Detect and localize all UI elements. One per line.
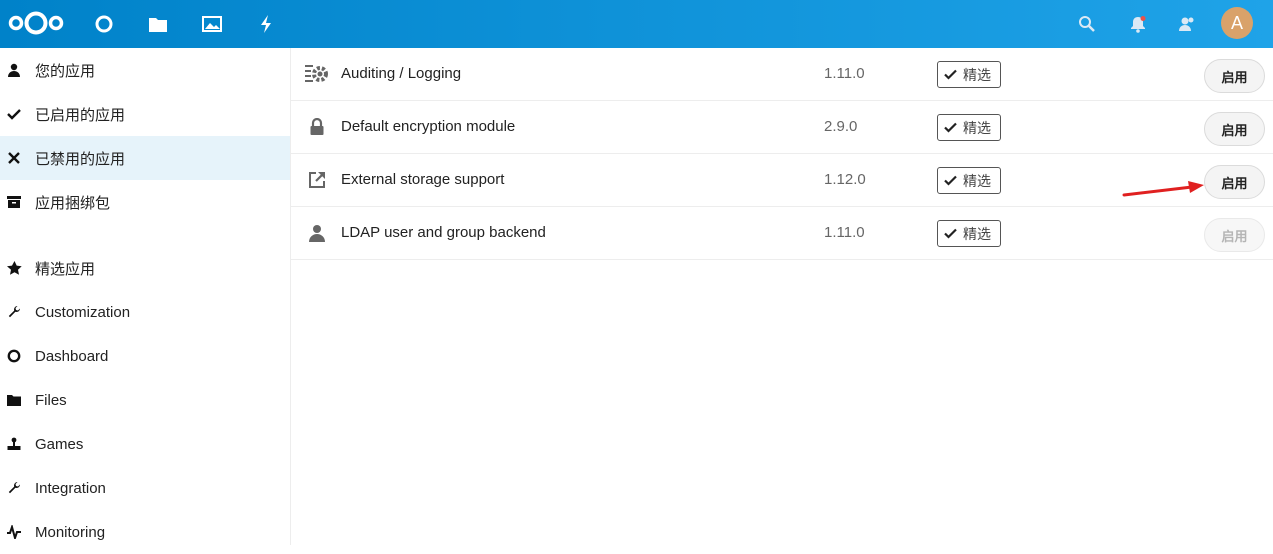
sidebar-item-app-bundles[interactable]: 应用捆绑包 [0,180,290,224]
avatar-letter: A [1230,12,1243,33]
sidebar-item-featured-apps[interactable]: 精选应用 [0,246,290,290]
nextcloud-logo[interactable] [5,8,67,38]
sidebar-item-files[interactable]: Files [0,378,290,422]
sidebar-item-customization[interactable]: Customization [0,290,290,334]
enable-button[interactable]: 启用 [1204,112,1265,146]
circle-icon [0,334,28,378]
sidebar-item-monitoring[interactable]: Monitoring [0,510,290,554]
table-row: LDAP user and group backend 1.11.0 精选 启用 [291,207,1273,260]
sidebar-item-disabled-apps[interactable]: 已禁用的应用 [0,136,290,180]
avatar[interactable]: A [1221,7,1253,39]
app-name[interactable]: Auditing / Logging [341,65,461,82]
sidebar-item-label: Customization [35,303,131,321]
checkmark-icon [944,228,957,239]
sidebar-item-label: 已启用的应用 [35,106,126,124]
sidebar-item-label: 精选应用 [35,260,96,278]
checkmark-icon [944,175,957,186]
featured-label: 精选 [963,119,991,136]
top-header: A [0,0,1273,48]
checkmark-icon [0,92,28,136]
featured-label: 精选 [963,225,991,242]
photos-app-image-icon[interactable] [200,12,224,36]
sidebar-item-enabled-apps[interactable]: 已启用的应用 [0,92,290,136]
audit-gear-icon [305,62,329,86]
app-name[interactable]: External storage support [341,171,504,188]
enable-button-disabled[interactable]: 启用 [1204,218,1265,252]
checkmark-icon [944,122,957,133]
sidebar-item-games[interactable]: Games [0,422,290,466]
lock-icon [305,115,329,139]
sidebar-item-your-apps[interactable]: 您的应用 [0,48,290,92]
featured-badge: 精选 [937,167,1001,194]
sidebar-item-label: 您的应用 [35,62,96,80]
annotation-arrow [1122,181,1204,197]
featured-badge: 精选 [937,114,1001,141]
pulse-icon [0,510,28,554]
app-version: 2.9.0 [824,118,858,135]
app-version: 1.11.0 [824,65,865,82]
enable-button[interactable]: 启用 [1204,59,1265,93]
sidebar-item-integration[interactable]: Integration [0,466,290,510]
activity-app-lightning-icon[interactable] [254,12,278,36]
featured-label: 精选 [963,172,991,189]
user-icon [305,221,329,245]
sidebar-item-label: Monitoring [35,523,106,541]
files-app-folder-icon[interactable] [146,12,170,36]
app-list: Auditing / Logging 1.11.0 精选 启用 Default … [291,48,1273,545]
enable-button[interactable]: 启用 [1204,165,1265,199]
app-version: 1.12.0 [824,171,866,188]
featured-badge: 精选 [937,220,1001,247]
sidebar-item-label: Files [35,391,67,409]
sidebar-item-dashboard[interactable]: Dashboard [0,334,290,378]
search-icon[interactable] [1075,12,1099,36]
table-row: Auditing / Logging 1.11.0 精选 启用 [291,48,1273,101]
featured-label: 精选 [963,66,991,83]
app-name[interactable]: LDAP user and group backend [341,224,546,241]
external-link-icon [305,168,329,192]
folder-icon [0,378,28,422]
sidebar-item-label: Integration [35,479,106,497]
checkmark-icon [944,69,957,80]
wrench-icon [0,466,28,510]
sidebar: 您的应用 已启用的应用 已禁用的应用 应用捆绑包 精选应用 Customizat… [0,48,291,545]
sidebar-item-label: 应用捆绑包 [35,194,111,212]
joystick-icon [0,422,28,466]
sidebar-item-label: 已禁用的应用 [35,150,126,168]
user-icon [0,48,28,92]
star-icon [0,246,28,290]
close-icon [0,136,28,180]
table-row: Default encryption module 2.9.0 精选 启用 [291,101,1273,154]
sidebar-item-label: Games [35,435,84,453]
app-name[interactable]: Default encryption module [341,118,515,135]
wrench-icon [0,290,28,334]
sidebar-item-label: Dashboard [35,347,109,365]
archive-icon [0,180,28,224]
featured-badge: 精选 [937,61,1001,88]
dashboard-app-circle-icon[interactable] [92,12,116,36]
app-version: 1.11.0 [824,224,865,241]
notifications-icon[interactable] [1126,12,1150,36]
contacts-icon[interactable] [1175,12,1199,36]
